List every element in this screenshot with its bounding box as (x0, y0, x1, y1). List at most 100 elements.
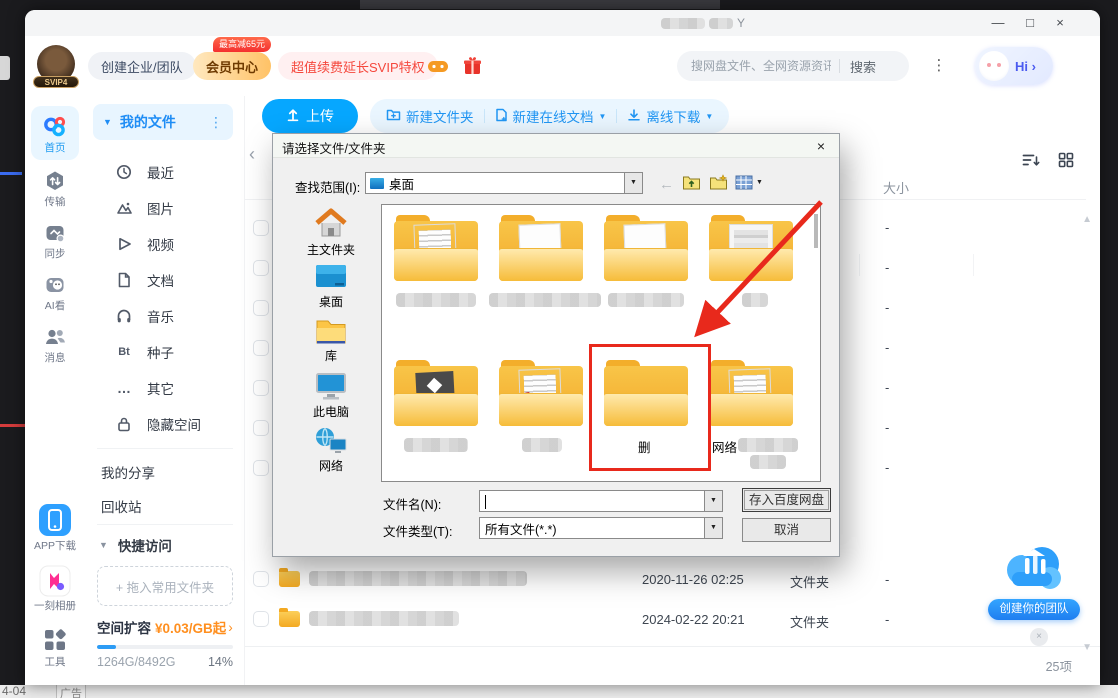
nav-item-ai[interactable]: AI看 (31, 270, 79, 313)
table-row[interactable]: 2020-11-26 02:25 文件夹 - (245, 559, 1086, 599)
file-type-combobox[interactable]: 所有文件(*.*) ▼ (479, 517, 723, 539)
drop-folder-zone[interactable]: + 拖入常用文件夹 (97, 566, 233, 606)
sidebar-divider (97, 448, 233, 449)
row-checkbox[interactable] (253, 300, 269, 316)
cancel-button[interactable]: 取消 (742, 518, 831, 542)
row-checkbox[interactable] (253, 460, 269, 476)
row-checkbox[interactable] (253, 220, 269, 236)
close-button[interactable]: × (1049, 13, 1071, 33)
row-checkbox[interactable] (253, 571, 269, 587)
view-menu-caret-icon[interactable]: ▼ (756, 179, 763, 186)
folder-icon (279, 571, 300, 587)
nav-item-photo-album[interactable]: 一刻相册 (31, 562, 79, 613)
svip-renew-button[interactable]: 超值续费延长SVIP特权 (278, 52, 438, 80)
gift-icon[interactable] (463, 56, 485, 76)
create-team-button[interactable]: 创建企业/团队 (88, 52, 196, 80)
place-this-pc[interactable]: 此电脑 (283, 370, 379, 420)
collapse-caret-icon[interactable]: ▼ (99, 540, 108, 550)
dialog-close-icon[interactable]: × (811, 136, 831, 156)
collapse-caret-icon[interactable]: ▼ (103, 117, 112, 127)
back-arrow-icon[interactable]: ← (659, 176, 674, 193)
assistant-label: Hi › (1015, 59, 1036, 74)
combo-dropdown-icon[interactable]: ▼ (704, 491, 722, 511)
sidebar-item-quick-access[interactable]: ▼ 快捷访问 (85, 530, 245, 560)
folder-tile[interactable] (499, 215, 583, 281)
place-libraries[interactable]: 库 (283, 316, 379, 364)
app-download-icon (31, 503, 79, 537)
nav-item-sync[interactable]: 同步 (31, 218, 79, 261)
sidebar-item-pictures[interactable]: 图片 (85, 190, 245, 226)
network-icon (283, 424, 379, 456)
home-folder-icon (283, 208, 379, 240)
row-checkbox[interactable] (253, 260, 269, 276)
row-checkbox[interactable] (253, 340, 269, 356)
member-discount-badge: 最高减65元 (213, 37, 271, 52)
new-folder-button[interactable]: 新建文件夹 (386, 106, 474, 126)
assistant-button[interactable]: Hi › (975, 47, 1053, 85)
save-to-netdisk-button[interactable]: 存入百度网盘 (742, 488, 831, 512)
storage-expand-link[interactable]: 空间扩容 ¥0.03/GB起 › (97, 617, 233, 637)
minimize-button[interactable]: — (987, 13, 1009, 33)
place-desktop[interactable]: 桌面 (283, 262, 379, 310)
breadcrumb-back-icon[interactable]: ‹ (249, 144, 255, 165)
member-center-button[interactable]: 会员中心 (193, 52, 271, 80)
search-button[interactable]: 搜索 (850, 57, 876, 76)
grid-view-icon[interactable] (1058, 152, 1074, 173)
folder-tile[interactable] (394, 215, 478, 281)
folder-tile[interactable] (499, 360, 583, 426)
folder-tile[interactable] (709, 360, 793, 426)
scrollbar-up-icon[interactable]: ▲ (1082, 214, 1092, 225)
offline-download-button[interactable]: 离线下载 ▼ (627, 106, 713, 126)
row-checkbox[interactable] (253, 611, 269, 627)
storage-usage: 1264G/8492G 14% (97, 655, 233, 669)
team-cloud-icon[interactable] (998, 538, 1068, 596)
dialog-scrollbar-thumb[interactable] (814, 214, 818, 248)
sidebar-item-others[interactable]: … 其它 (85, 370, 245, 406)
nav-item-home[interactable]: 首页 (31, 106, 79, 160)
game-icon[interactable] (427, 56, 449, 76)
close-promo-icon[interactable]: × (1030, 628, 1048, 646)
download-icon (627, 108, 641, 125)
combo-dropdown-icon[interactable]: ▼ (704, 518, 722, 538)
search-input[interactable] (691, 59, 831, 73)
file-name-combobox[interactable]: ▼ (479, 490, 723, 512)
nav-item-transfer[interactable]: 传输 (31, 166, 79, 209)
folder-tile[interactable] (709, 215, 793, 281)
sidebar-item-hidden-space[interactable]: 隐藏空间 (85, 406, 245, 442)
place-network[interactable]: 网络 (283, 424, 379, 474)
place-home-folder[interactable]: 主文件夹 (283, 208, 379, 258)
more-menu-icon[interactable]: ⋮ (931, 56, 947, 74)
sidebar-item-recent[interactable]: 最近 (85, 154, 245, 190)
search-box[interactable]: 搜索 (677, 51, 909, 81)
combo-dropdown-icon[interactable]: ▼ (624, 173, 642, 193)
folder-tile[interactable] (604, 215, 688, 281)
up-level-icon[interactable] (682, 174, 701, 196)
row-checkbox[interactable] (253, 380, 269, 396)
look-in-combobox[interactable]: 桌面 ▼ (365, 172, 643, 194)
folder-icon (279, 611, 300, 627)
titlebar: Y — □ × (25, 10, 1100, 36)
sort-icon[interactable] (1022, 152, 1040, 173)
upload-button[interactable]: 上传 (262, 99, 358, 133)
file-name-input[interactable] (482, 492, 700, 510)
sidebar-item-torrents[interactable]: Bt 种子 (85, 334, 245, 370)
sidebar-item-documents[interactable]: 文档 (85, 262, 245, 298)
view-menu-icon[interactable] (735, 175, 753, 195)
nav-item-app-download[interactable]: APP下载 (31, 500, 79, 553)
new-online-doc-button[interactable]: 新建在线文档 ▼ (495, 106, 607, 126)
sidebar-item-music[interactable]: 音乐 (85, 298, 245, 334)
nav-item-tools[interactable]: 工具 (31, 624, 79, 669)
new-folder-dialog-icon[interactable] (709, 174, 728, 196)
create-team-badge[interactable]: 创建你的团队 (988, 599, 1080, 620)
nav-item-messages[interactable]: 消息 (31, 322, 79, 365)
row-checkbox[interactable] (253, 420, 269, 436)
sidebar-item-videos[interactable]: 视频 (85, 226, 245, 262)
maximize-button[interactable]: □ (1019, 13, 1041, 33)
table-row[interactable]: 2024-02-22 20:21 文件夹 - (245, 599, 1086, 639)
folder-tile[interactable] (394, 360, 478, 426)
sidebar-item-my-shares[interactable]: 我的分享 (85, 454, 245, 490)
my-files-menu-icon[interactable]: ⋮ (209, 114, 223, 131)
scrollbar-down-icon[interactable]: ▼ (1082, 642, 1092, 653)
sidebar-item-recycle-bin[interactable]: 回收站 (85, 488, 245, 524)
sidebar-item-my-files[interactable]: ▼ 我的文件 ⋮ (93, 104, 233, 140)
